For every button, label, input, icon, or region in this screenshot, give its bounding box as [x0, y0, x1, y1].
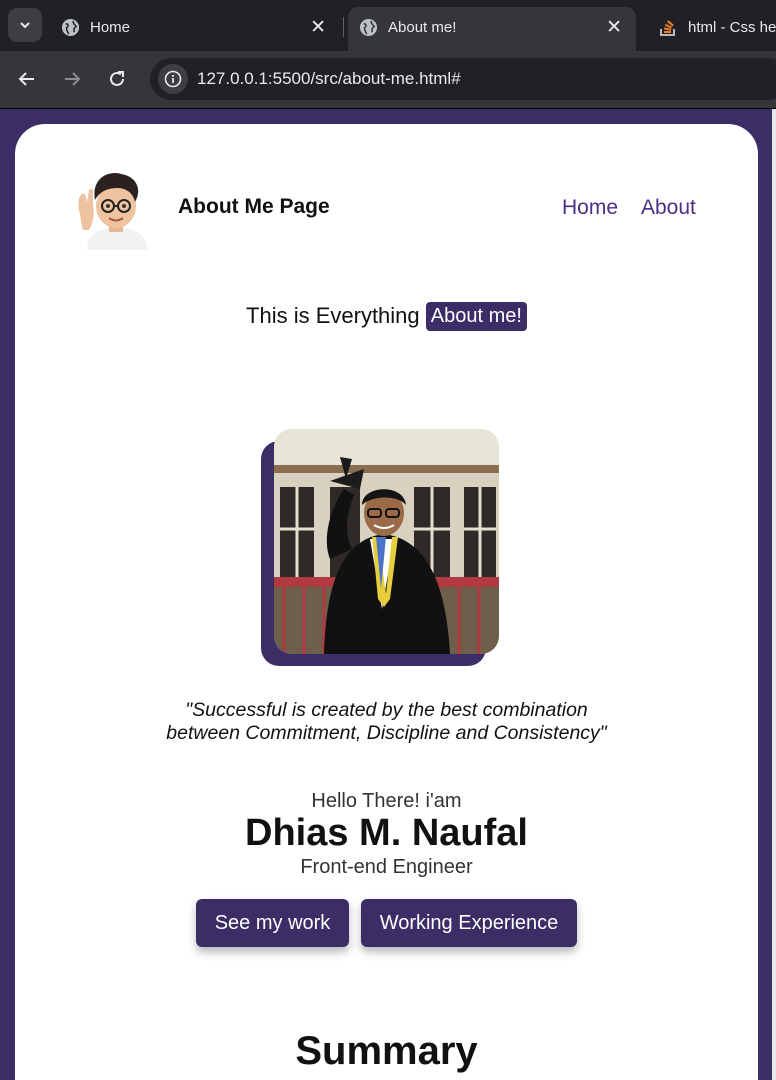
tab-title: Home	[90, 19, 131, 36]
page-card: About Me Page Home About This is Everyth…	[15, 124, 758, 1080]
summary-heading: Summary	[295, 1029, 478, 1073]
quote-line-1: "Successful is created by the best combi…	[185, 699, 588, 721]
forward-button[interactable]	[60, 67, 84, 91]
arrow-left-icon	[18, 72, 34, 86]
back-button[interactable]	[15, 67, 39, 91]
quote: "Successful is created by the best combi…	[15, 699, 758, 745]
working-experience-button[interactable]: Working Experience	[361, 899, 577, 947]
profile-name: Dhias M. Naufal	[245, 812, 528, 854]
tab-title: About me!	[388, 19, 457, 36]
scrollbar[interactable]	[772, 109, 776, 1080]
globe-icon	[60, 17, 80, 37]
close-icon[interactable]: ✕	[606, 16, 622, 39]
browser-toolbar: 127.0.0.1:5500/src/about-me.html#	[0, 51, 776, 108]
tab-stackoverflow[interactable]: html - Css hei	[648, 7, 776, 51]
tagline-text: This is Everything	[246, 303, 420, 328]
site-info-icon[interactable]	[158, 64, 188, 94]
reload-button[interactable]	[105, 67, 129, 91]
tab-title: html - Css hei	[688, 19, 776, 36]
close-icon[interactable]: ✕	[310, 16, 326, 39]
greeting-text: Hello There! i'am	[311, 790, 462, 812]
tab-home[interactable]: Home ✕	[50, 7, 340, 51]
url-text[interactable]: 127.0.0.1:5500/src/about-me.html#	[197, 69, 461, 89]
profile-role: Front-end Engineer	[300, 856, 473, 878]
tagline: This is Everything About me!	[15, 302, 758, 331]
browser-tabstrip: Home ✕ About me! ✕ html - Css hei	[0, 0, 776, 51]
globe-icon	[358, 17, 378, 37]
tab-separator	[343, 17, 344, 37]
tagline-badge: About me!	[425, 302, 527, 331]
nav-link-about[interactable]: About	[641, 196, 696, 220]
tab-search-button[interactable]	[8, 8, 42, 42]
chrome-divider	[0, 108, 776, 109]
stackoverflow-icon	[658, 17, 678, 37]
address-bar[interactable]: 127.0.0.1:5500/src/about-me.html#	[150, 58, 776, 100]
site-title: About Me Page	[178, 195, 330, 218]
tab-about[interactable]: About me! ✕	[348, 7, 636, 51]
reload-icon	[110, 71, 124, 86]
avatar	[77, 168, 155, 250]
nav-link-home[interactable]: Home	[562, 196, 618, 220]
arrow-right-icon	[65, 72, 81, 86]
profile-photo	[274, 429, 499, 654]
see-my-work-button[interactable]: See my work	[196, 899, 349, 947]
quote-line-2: between Commitment, Discipline and Consi…	[166, 722, 607, 744]
chevron-down-icon	[20, 22, 30, 29]
